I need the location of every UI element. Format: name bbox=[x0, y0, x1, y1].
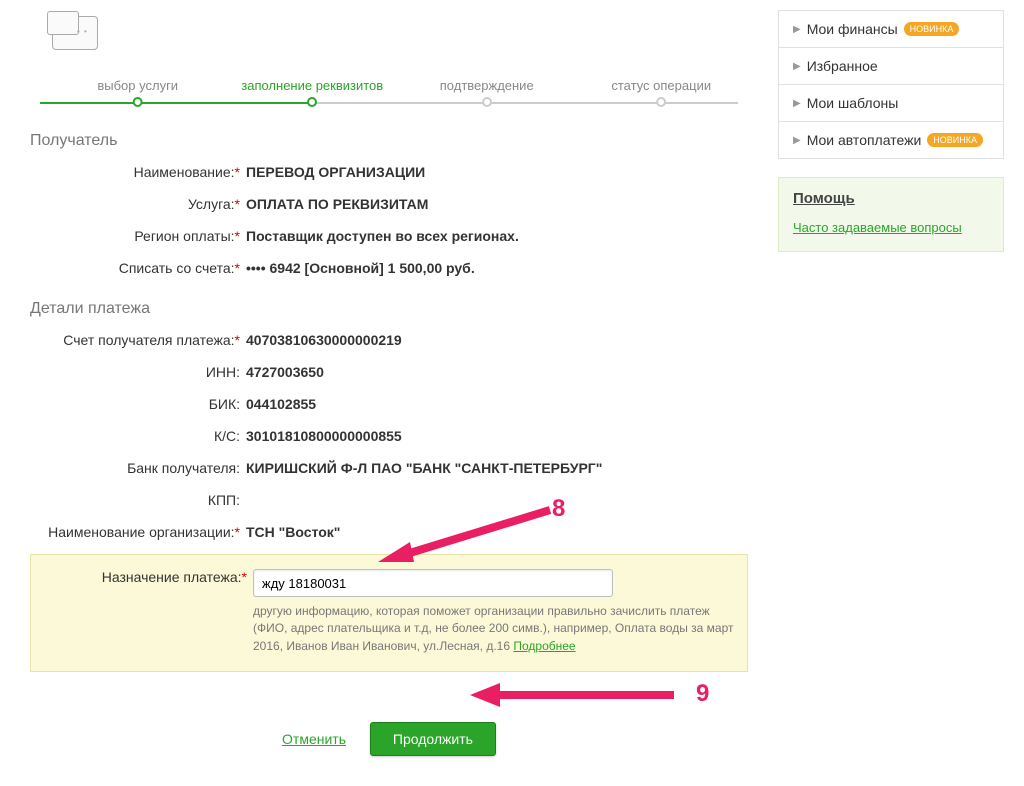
purpose-input[interactable] bbox=[253, 569, 613, 597]
hint-more-link[interactable]: Подробнее bbox=[513, 639, 575, 653]
sidebar-item-templates[interactable]: ▶ Мои шаблоны bbox=[779, 85, 1003, 122]
step-1-label: выбор услуги bbox=[97, 78, 178, 93]
ks-value: 30101810800000000855 bbox=[246, 428, 748, 444]
inn-value: 4727003650 bbox=[246, 364, 748, 380]
sidebar-item-favorites[interactable]: ▶ Избранное bbox=[779, 48, 1003, 85]
chevron-right-icon: ▶ bbox=[793, 61, 801, 72]
chevron-right-icon: ▶ bbox=[793, 135, 801, 146]
help-title: Помощь bbox=[793, 190, 989, 207]
annotation-arrow-9 bbox=[464, 680, 694, 710]
account-label: Списать со счета: bbox=[119, 260, 235, 276]
annotation-num-9: 9 bbox=[696, 680, 709, 708]
recip-acct-label: Счет получателя платежа: bbox=[63, 332, 234, 348]
account-value: •••• 6942 [Основной] 1 500,00 руб. bbox=[246, 260, 748, 276]
sidebar-item-label: Мои финансы bbox=[807, 21, 898, 37]
progress-stepper: выбор услуги заполнение реквизитов подтв… bbox=[40, 78, 738, 108]
inn-label: ИНН: bbox=[206, 364, 240, 380]
new-badge: НОВИНКА bbox=[904, 22, 960, 36]
bik-value: 044102855 bbox=[246, 396, 748, 412]
annotation-num-8: 8 bbox=[552, 495, 565, 523]
bik-label: БИК: bbox=[209, 396, 240, 412]
name-label: Наименование: bbox=[134, 164, 235, 180]
sidebar-item-finances[interactable]: ▶ Мои финансы НОВИНКА bbox=[779, 11, 1003, 48]
name-value: ПЕРЕВОД ОРГАНИЗАЦИИ bbox=[246, 164, 748, 180]
kpp-label: КПП: bbox=[208, 492, 240, 508]
step-2-label: заполнение реквизитов bbox=[241, 78, 383, 93]
chevron-right-icon: ▶ bbox=[793, 98, 801, 109]
recip-acct-value: 40703810630000000219 bbox=[246, 332, 748, 348]
chevron-right-icon: ▶ bbox=[793, 24, 801, 35]
step-4-label: статус операции bbox=[611, 78, 711, 93]
card-icon: • • bbox=[52, 16, 98, 50]
bank-value: КИРИШСКИЙ Ф-Л ПАО "БАНК "САНКТ-ПЕТЕРБУРГ… bbox=[246, 460, 748, 476]
purpose-highlight: Назначение платежа:* другую информацию, … bbox=[30, 554, 748, 672]
sidebar-item-label: Мои шаблоны bbox=[807, 95, 899, 111]
region-value: Поставщик доступен во всех регионах. bbox=[246, 228, 748, 244]
faq-link[interactable]: Часто задаваемые вопросы bbox=[793, 220, 962, 235]
org-value: ТСН "Восток" bbox=[246, 524, 748, 540]
recipient-section-title: Получатель bbox=[30, 132, 748, 150]
help-box: Помощь Часто задаваемые вопросы bbox=[778, 177, 1004, 252]
sidebar-item-label: Избранное bbox=[807, 58, 878, 74]
details-section-title: Детали платежа bbox=[30, 300, 748, 318]
sidebar-item-label: Мои автоплатежи bbox=[807, 132, 922, 148]
sidebar-menu: ▶ Мои финансы НОВИНКА ▶ Избранное ▶ Мои шабл… bbox=[778, 10, 1004, 159]
service-label: Услуга: bbox=[188, 196, 235, 212]
ks-label: К/С: bbox=[214, 428, 240, 444]
new-badge: НОВИНКА bbox=[927, 133, 983, 147]
bank-label: Банк получателя: bbox=[127, 460, 240, 476]
service-value: ОПЛАТА ПО РЕКВИЗИТАМ bbox=[246, 196, 748, 212]
purpose-hint: другую информацию, которая поможет орган… bbox=[253, 603, 741, 655]
region-label: Регион оплаты: bbox=[134, 228, 234, 244]
sidebar-item-autopayments[interactable]: ▶ Мои автоплатежи НОВИНКА bbox=[779, 122, 1003, 158]
org-label: Наименование организации: bbox=[48, 524, 234, 540]
continue-button[interactable]: Продолжить bbox=[370, 722, 496, 756]
purpose-label: Назначение платежа: bbox=[102, 569, 242, 585]
step-3-label: подтверждение bbox=[440, 78, 534, 93]
